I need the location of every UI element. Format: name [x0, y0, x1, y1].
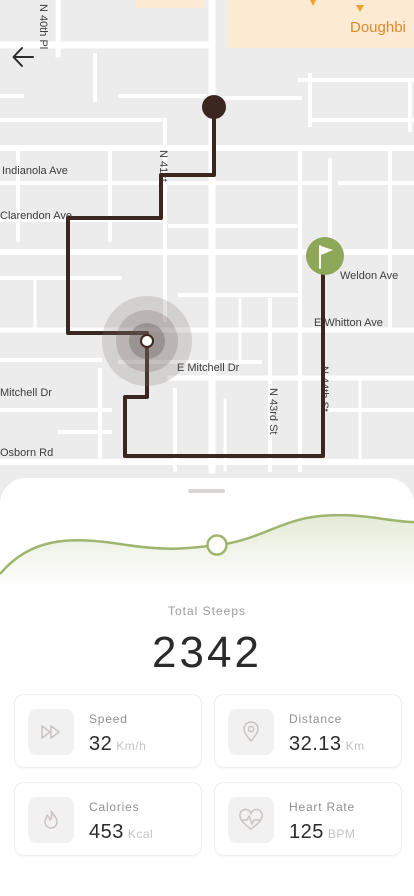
current-location-marker[interactable]	[102, 296, 192, 386]
speed-value: 32	[89, 733, 113, 755]
heart-rate-value: 125	[289, 821, 324, 843]
speed-value-row: 32 Km/h	[89, 733, 146, 756]
calories-card[interactable]: Calories 453 Kcal	[14, 782, 202, 856]
street-label-e-mitchell: E Mitchell Dr	[177, 362, 240, 374]
street-label-osborn: Osborn Rd	[0, 447, 53, 459]
distance-card[interactable]: Distance 32.13 Km	[214, 694, 402, 768]
wave-position-marker[interactable]	[206, 534, 228, 556]
elevation-wave	[0, 513, 414, 588]
heart-rate-value-row: 125 BPM	[289, 821, 355, 844]
heart-rate-icon	[239, 808, 263, 830]
street-label-indianola: Indianola Ave	[2, 165, 68, 177]
heart-rate-card[interactable]: Heart Rate 125 BPM	[214, 782, 402, 856]
calories-unit: Kcal	[127, 827, 154, 841]
arrow-left-icon	[12, 47, 34, 67]
distance-value: 32.13	[289, 733, 342, 755]
back-button[interactable]	[6, 40, 40, 74]
calories-label: Calories	[89, 800, 140, 814]
poi-label[interactable]: Doughbi	[350, 19, 406, 36]
total-steps-label: Total Steeps	[167, 604, 247, 618]
distance-unit: Km	[345, 739, 365, 753]
total-steps-value: 2342	[152, 628, 262, 677]
heart-rate-unit: BPM	[327, 827, 356, 841]
finish-flag-marker[interactable]	[306, 237, 344, 275]
speed-label: Speed	[89, 712, 128, 726]
distance-icon-box	[228, 709, 274, 755]
speed-unit: Km/h	[116, 739, 147, 753]
street-label-n-43rd: N 43rd St	[267, 388, 279, 434]
stats-sheet: Total Steeps 2342 Speed 32 Km/h Distance …	[0, 478, 414, 896]
location-pin-icon	[243, 721, 259, 742]
calories-value-row: 453 Kcal	[89, 821, 153, 844]
flame-icon	[44, 810, 58, 829]
street-label-mitchell: Mitchell Dr	[0, 387, 52, 399]
street-label-weldon: Weldon Ave	[340, 270, 398, 282]
distance-value-row: 32.13 Km	[289, 733, 365, 756]
heart-rate-label: Heart Rate	[289, 800, 356, 814]
sheet-drag-handle[interactable]	[188, 489, 225, 493]
fast-forward-icon	[41, 725, 60, 739]
speed-icon-box	[28, 709, 74, 755]
start-marker[interactable]	[202, 95, 226, 119]
heart-rate-icon-box	[228, 797, 274, 843]
speed-card[interactable]: Speed 32 Km/h	[14, 694, 202, 768]
street-label-clarendon: Clarendon Ave	[0, 210, 72, 222]
calories-icon-box	[28, 797, 74, 843]
distance-label: Distance	[289, 712, 343, 726]
route-map[interactable]: Indianola Ave Clarendon Ave E Mitchell D…	[0, 0, 414, 500]
calories-value: 453	[89, 821, 124, 843]
